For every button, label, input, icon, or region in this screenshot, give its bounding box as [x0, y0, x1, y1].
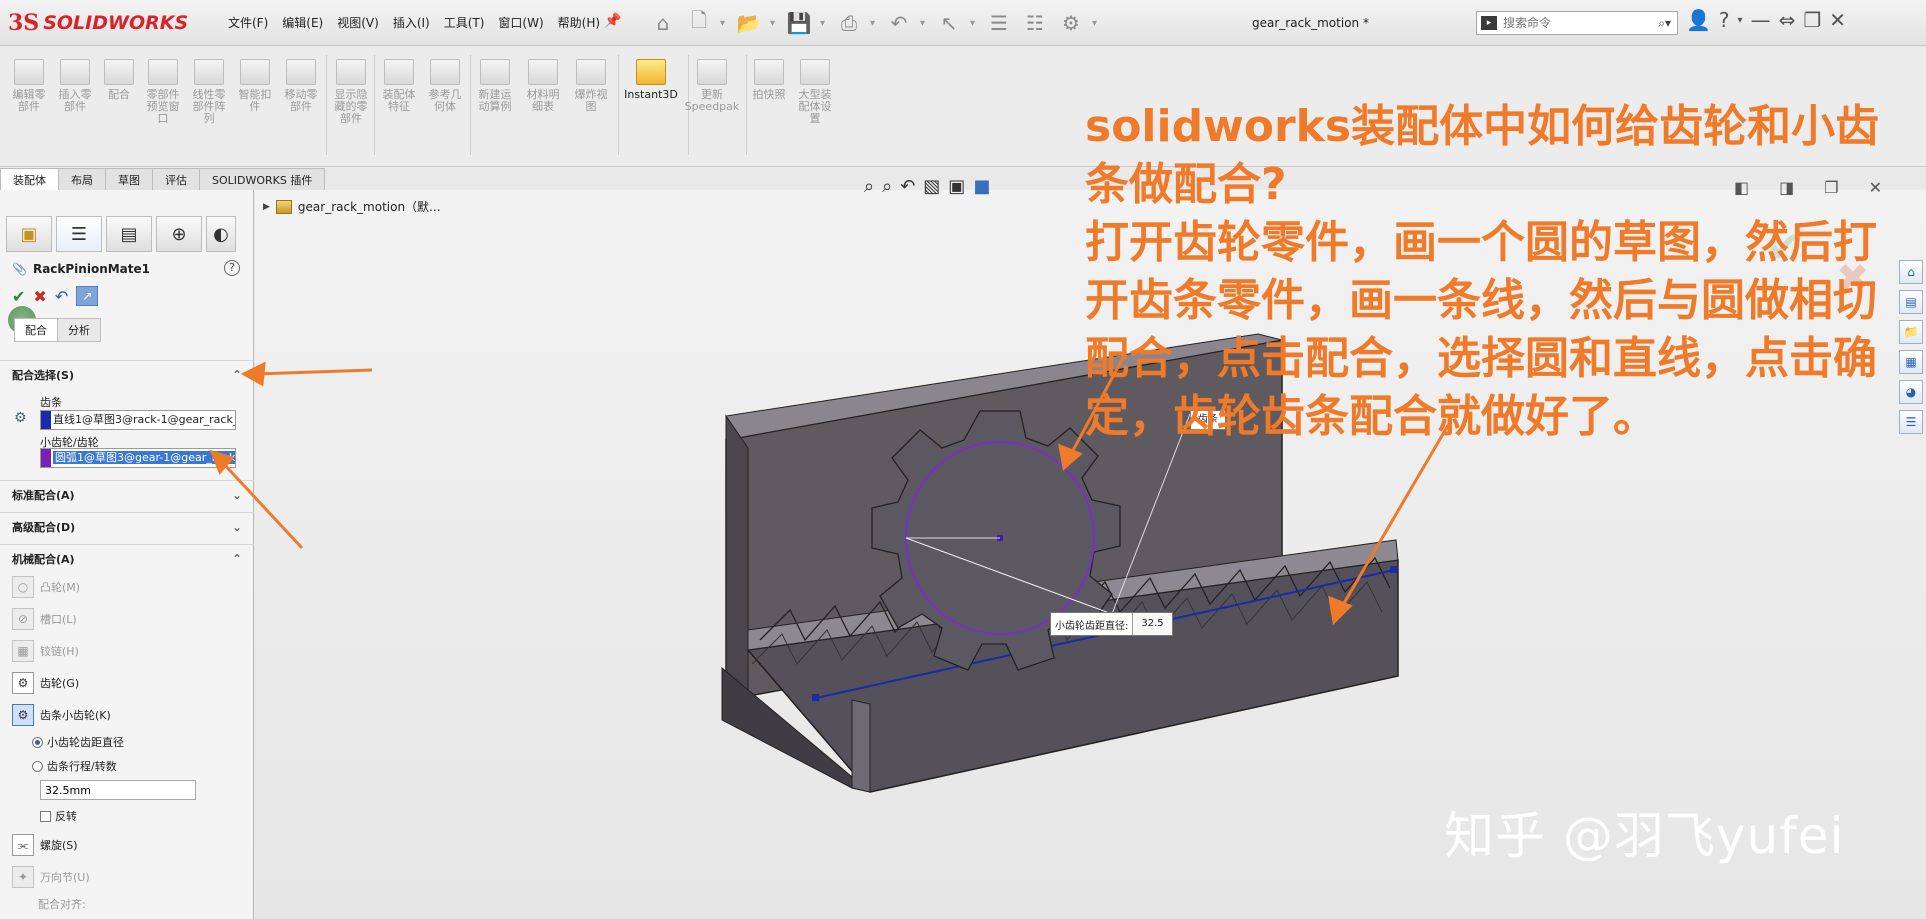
pitch-diameter-dimension[interactable]: 小齿轮齿距直径: 32.5 [1050, 612, 1173, 636]
line-endpoint [812, 694, 819, 701]
line-endpoint [1390, 566, 1397, 573]
base-notch [851, 699, 871, 793]
zhihu-watermark: 知乎 @羽飞yufei [1444, 807, 1845, 865]
solidworks-window: 3S SOLIDWORKS 文件(F) 编辑(E) 视图(V) 插入(I) 工具… [0, 0, 1926, 919]
dimension-label: 小齿轮齿距直径: [1055, 620, 1129, 632]
tutorial-overlay-text: solidworks装配体中如何给齿轮和小齿条做配合? 打开齿轮零件，画一个圆的… [1085, 101, 1880, 442]
dimension-value[interactable]: 32.5 [1132, 613, 1172, 635]
back-wall-side [725, 414, 749, 707]
